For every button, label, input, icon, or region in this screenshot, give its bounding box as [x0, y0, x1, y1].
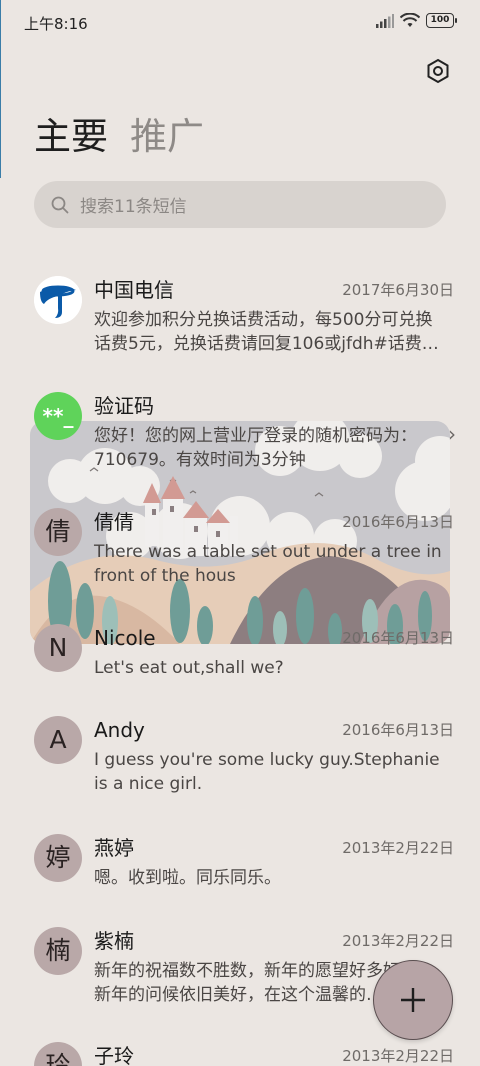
message-date: 2013年2月22日	[342, 1047, 454, 1065]
conversation-item[interactable]: **_ 验证码 您好！您的网上营业厅登录的随机密码为：710679。有效时间为3…	[0, 392, 480, 476]
message-snippet: Let's eat out,shall we?	[94, 658, 284, 678]
message-date: 2016年6月13日	[342, 629, 454, 647]
search-icon	[51, 196, 69, 213]
conversation-item[interactable]: A Andy 2016年6月13日 I guess you're some lu…	[0, 716, 480, 800]
plus-icon	[401, 988, 425, 1012]
message-date: 2013年2月22日	[342, 932, 454, 950]
conversation-item[interactable]: 中国电信 2017年6月30日 欢迎参加积分兑换话费活动，每500分可兑换话费5…	[0, 276, 480, 360]
settings-hexagon-icon	[427, 58, 449, 84]
message-snippet: There was a table set out under a tree i…	[94, 542, 442, 586]
battery-level: 100	[430, 15, 450, 25]
signal-icon	[376, 13, 394, 28]
settings-button[interactable]	[424, 57, 452, 85]
category-tabs: 主要 推广	[34, 112, 204, 162]
status-time: 上午8:16	[24, 15, 88, 33]
compose-button[interactable]	[373, 960, 453, 1040]
contact-name: 紫楠	[94, 929, 134, 953]
message-snippet: 嗯。收到啦。同乐同乐。	[94, 868, 281, 888]
conversation-item[interactable]: 玲 子玲 2013年2月22日	[0, 1042, 480, 1066]
search-input[interactable]: 搜索11条短信	[34, 181, 446, 228]
otp-avatar: **_	[34, 392, 82, 440]
message-snippet: 欢迎参加积分兑换话费活动，每500分可兑换话费5元，兑换话费请回复106或jfd…	[94, 310, 439, 354]
message-date: 2017年6月30日	[342, 281, 454, 299]
contact-name: 子玲	[94, 1044, 134, 1066]
telecom-logo-icon	[34, 276, 82, 324]
telecom-logo-avatar	[34, 276, 82, 324]
contact-name: 验证码	[94, 394, 154, 418]
conversation-item[interactable]: 倩 倩倩 2016年6月13日 There was a table set ou…	[0, 508, 480, 592]
contact-name: 倩倩	[94, 510, 134, 534]
search-placeholder: 搜索11条短信	[80, 197, 187, 217]
message-snippet: 您好！您的网上营业厅登录的随机密码为：710679。有效时间为3分钟	[94, 426, 417, 470]
message-date: 2013年2月22日	[342, 839, 454, 857]
wifi-icon	[400, 13, 420, 27]
avatar: 婷	[34, 834, 82, 882]
avatar: N	[34, 624, 82, 672]
conversation-item[interactable]: N Nicole 2016年6月13日 Let's eat out,shall …	[0, 624, 480, 684]
conversation-item[interactable]: 婷 燕婷 2013年2月22日 嗯。收到啦。同乐同乐。	[0, 834, 480, 894]
message-date: 2016年6月13日	[342, 721, 454, 739]
avatar: 玲	[34, 1042, 82, 1066]
tab-promotions[interactable]: 推广	[130, 112, 204, 162]
message-date: 2016年6月13日	[342, 513, 454, 531]
avatar: 楠	[34, 927, 82, 975]
message-snippet: I guess you're some lucky guy.Stephanie …	[94, 750, 440, 794]
contact-name: Nicole	[94, 626, 156, 650]
tab-primary[interactable]: 主要	[34, 112, 108, 162]
battery-icon: 100	[426, 13, 457, 28]
contact-name: 燕婷	[94, 836, 134, 860]
avatar: 倩	[34, 508, 82, 556]
contact-name: Andy	[94, 718, 145, 742]
status-bar: 上午8:16 100	[0, 0, 480, 46]
status-icons: 100	[376, 13, 457, 28]
avatar: A	[34, 716, 82, 764]
contact-name: 中国电信	[94, 278, 174, 302]
